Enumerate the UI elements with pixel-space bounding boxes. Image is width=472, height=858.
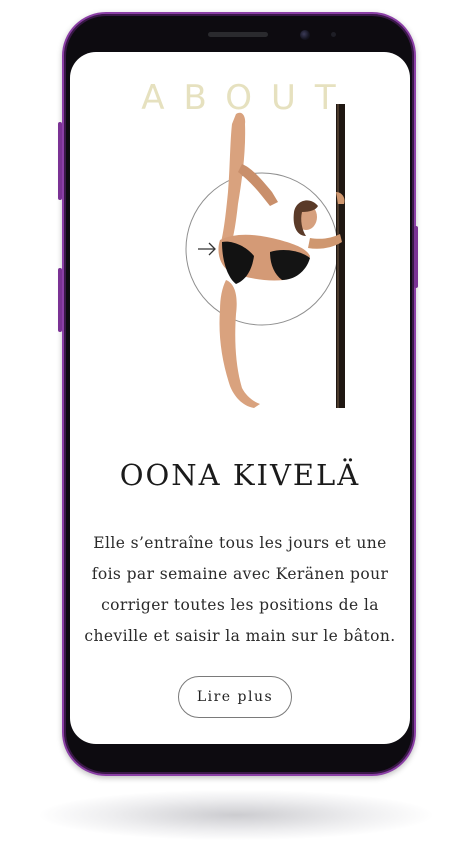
earpiece-speaker xyxy=(208,32,268,37)
proximity-sensor xyxy=(331,32,336,37)
volume-down-button xyxy=(58,268,62,332)
read-more-button[interactable]: Lire plus xyxy=(178,676,292,718)
power-button xyxy=(414,226,418,288)
arrow-right-icon[interactable] xyxy=(198,242,216,256)
dancer-figure xyxy=(218,112,345,408)
volume-up-button xyxy=(58,122,62,200)
profile-name: OONA KIVELÄ xyxy=(119,458,361,492)
profile-description: Elle s’entraîne tous les jours et une fo… xyxy=(84,534,396,645)
section-title: ABOUT xyxy=(141,78,355,118)
phone-screen: ABOUT OONA KIVELÄ Elle s’entraîne tous l… xyxy=(70,52,410,744)
phone-floor-shadow xyxy=(40,790,432,840)
front-camera xyxy=(300,30,310,40)
